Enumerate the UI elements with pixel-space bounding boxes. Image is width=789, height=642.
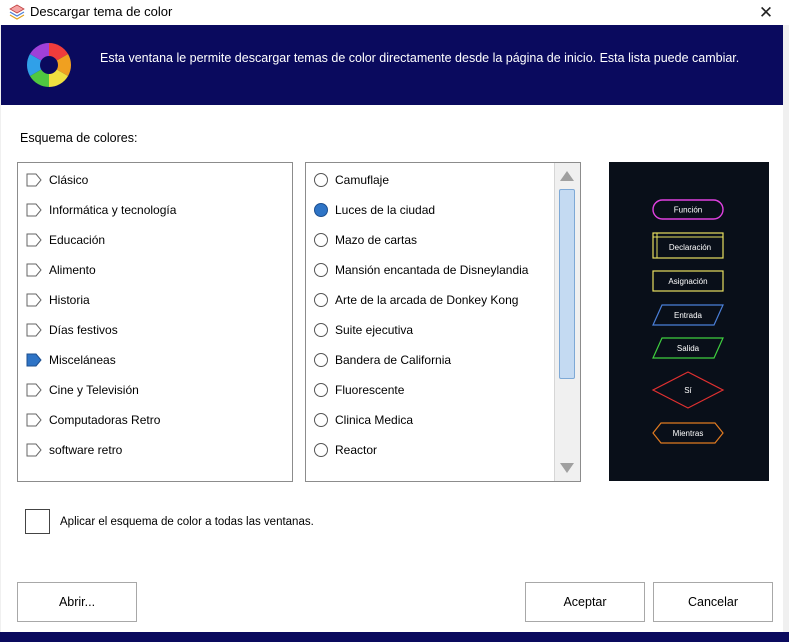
info-banner: Esta ventana le permite descargar temas … — [1, 25, 783, 105]
theme-label: Reactor — [335, 443, 378, 457]
category-item[interactable]: Historia — [18, 285, 90, 315]
radio-button[interactable] — [314, 353, 328, 367]
category-label: Educación — [49, 233, 106, 247]
theme-item[interactable]: Fluorescente — [306, 375, 404, 405]
scroll-down-icon[interactable] — [560, 463, 574, 473]
input-shape-label: Entrada — [674, 311, 703, 320]
theme-preview: Función Declaración Asignación Entrada S… — [609, 162, 769, 481]
radio-button[interactable] — [314, 323, 328, 337]
category-item[interactable]: Días festivos — [18, 315, 118, 345]
layers-app-icon — [9, 4, 25, 20]
category-item-selected[interactable]: Misceláneas — [18, 345, 116, 375]
dialog-body: Esquema de colores: Clásico Informática … — [1, 105, 783, 632]
accept-button[interactable]: Aceptar — [525, 582, 645, 622]
cancel-button[interactable]: Cancelar — [653, 582, 773, 622]
radio-button[interactable] — [314, 293, 328, 307]
open-button[interactable]: Abrir... — [17, 582, 137, 622]
category-label: Días festivos — [49, 323, 118, 337]
title-bar: Descargar tema de color ✕ — [0, 0, 789, 25]
decision-shape-label: Sí — [684, 386, 692, 395]
theme-item[interactable]: Mazo de cartas — [306, 225, 417, 255]
tag-icon — [26, 383, 42, 397]
loop-shape-label: Mientras — [673, 429, 704, 438]
theme-item-selected[interactable]: Luces de la ciudad — [306, 195, 435, 225]
tag-icon — [26, 293, 42, 307]
tag-icon — [26, 323, 42, 337]
color-wheel-icon — [27, 43, 71, 87]
flowchart-preview: Función Declaración Asignación Entrada S… — [651, 199, 725, 444]
declaration-shape-label: Declaración — [669, 243, 711, 252]
category-item[interactable]: Alimento — [18, 255, 96, 285]
tag-icon — [26, 173, 42, 187]
category-label: Informática y tecnología — [49, 203, 177, 217]
radio-button[interactable] — [314, 173, 328, 187]
close-icon: ✕ — [758, 2, 774, 22]
category-item[interactable]: Computadoras Retro — [18, 405, 160, 435]
window-title: Descargar tema de color — [30, 4, 173, 19]
category-list[interactable]: Clásico Informática y tecnología Educaci… — [17, 162, 293, 482]
theme-item[interactable]: Clinica Medica — [306, 405, 413, 435]
tag-icon — [26, 413, 42, 427]
theme-label: Mansión encantada de Disneylandia — [335, 263, 529, 277]
tag-icon — [26, 263, 42, 277]
category-item[interactable]: Informática y tecnología — [18, 195, 176, 225]
tag-icon — [26, 203, 42, 217]
theme-label: Fluorescente — [335, 383, 405, 397]
category-item[interactable]: Educación — [18, 225, 105, 255]
assignment-shape-label: Asignación — [668, 277, 707, 286]
category-label: Clásico — [49, 173, 89, 187]
window-bottom-edge — [0, 632, 789, 642]
radio-button[interactable] — [314, 413, 328, 427]
theme-label: Arte de la arcada de Donkey Kong — [335, 293, 519, 307]
theme-list-scrollbar[interactable] — [554, 163, 580, 481]
radio-button[interactable] — [314, 383, 328, 397]
category-item[interactable]: software retro — [18, 435, 122, 465]
theme-item[interactable]: Arte de la arcada de Donkey Kong — [306, 285, 518, 315]
radio-button-selected[interactable] — [314, 203, 328, 217]
banner-description: Esta ventana le permite descargar temas … — [100, 51, 740, 65]
radio-button[interactable] — [314, 263, 328, 277]
category-label: software retro — [49, 443, 123, 457]
category-label: Misceláneas — [49, 353, 116, 367]
category-label: Historia — [49, 293, 90, 307]
category-item[interactable]: Clásico — [18, 165, 88, 195]
theme-label: Clinica Medica — [335, 413, 414, 427]
theme-label: Mazo de cartas — [335, 233, 418, 247]
theme-list[interactable]: Camuflaje Luces de la ciudad Mazo de car… — [305, 162, 581, 482]
scheme-label: Esquema de colores: — [20, 131, 138, 145]
theme-item[interactable]: Mansión encantada de Disneylandia — [306, 255, 528, 285]
category-item[interactable]: Cine y Televisión — [18, 375, 139, 405]
tag-icon — [26, 233, 42, 247]
tag-icon — [26, 443, 42, 457]
tag-selected-icon — [26, 353, 42, 367]
scroll-up-icon[interactable] — [560, 171, 574, 181]
radio-button[interactable] — [314, 443, 328, 457]
theme-label: Bandera de California — [335, 353, 452, 367]
output-shape-label: Salida — [677, 344, 700, 353]
category-label: Computadoras Retro — [49, 413, 161, 427]
close-button[interactable]: ✕ — [743, 0, 789, 25]
radio-button[interactable] — [314, 233, 328, 247]
scroll-thumb[interactable] — [559, 189, 575, 379]
theme-label: Suite ejecutiva — [335, 323, 414, 337]
theme-item[interactable]: Reactor — [306, 435, 377, 465]
category-label: Cine y Televisión — [49, 383, 139, 397]
theme-item[interactable]: Bandera de California — [306, 345, 451, 375]
theme-item[interactable]: Suite ejecutiva — [306, 315, 413, 345]
theme-label: Luces de la ciudad — [335, 203, 436, 217]
apply-all-label: Aplicar el esquema de color a todas las … — [60, 516, 314, 528]
apply-all-checkbox[interactable] — [25, 509, 50, 534]
function-shape-label: Función — [674, 206, 702, 215]
category-label: Alimento — [49, 263, 96, 277]
theme-label: Camuflaje — [335, 173, 390, 187]
theme-item[interactable]: Camuflaje — [306, 165, 389, 195]
